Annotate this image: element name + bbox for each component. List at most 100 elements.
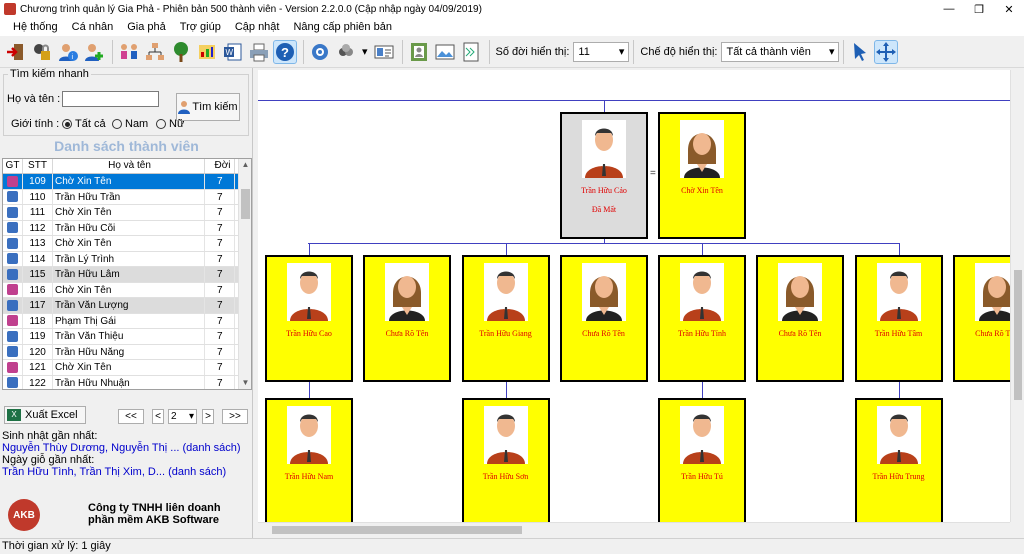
generation-cell: 7 bbox=[205, 360, 235, 375]
exit-icon[interactable] bbox=[4, 40, 28, 64]
add-user-icon[interactable] bbox=[82, 40, 106, 64]
grandchild-member-card[interactable]: Trần Hữu Nam bbox=[265, 398, 353, 522]
tree-diagram-icon[interactable] bbox=[143, 40, 167, 64]
minimize-button[interactable]: — bbox=[934, 0, 964, 18]
scroll-thumb[interactable] bbox=[241, 189, 250, 219]
table-row[interactable]: 118 Phạm Thị Gái 7 bbox=[3, 313, 251, 329]
header-generation[interactable]: Đời bbox=[205, 159, 235, 173]
radio-dot bbox=[62, 119, 72, 129]
display-icon[interactable] bbox=[334, 40, 358, 64]
page-select[interactable]: 2 ▾ bbox=[168, 409, 197, 424]
table-vertical-scrollbar[interactable]: ▲ ▼ bbox=[238, 159, 251, 389]
table-row[interactable]: 109 Chờ Xin Tên 7 bbox=[3, 174, 251, 190]
chart-hscroll-thumb[interactable] bbox=[272, 526, 522, 534]
pointer-cursor-icon[interactable] bbox=[848, 40, 872, 64]
name-cell: Trần Hữu Lâm bbox=[53, 267, 205, 282]
connector-line bbox=[258, 100, 1010, 101]
child-spouse-card[interactable]: Chưa Rõ Tên bbox=[756, 255, 844, 382]
header-name[interactable]: Họ và tên bbox=[53, 159, 205, 173]
help-icon[interactable]: ? bbox=[273, 39, 297, 64]
search-button[interactable]: Tìm kiếm bbox=[176, 93, 240, 121]
menu-tro-giup[interactable]: Trợ giúp bbox=[173, 21, 228, 33]
menu-cap-nhat[interactable]: Cập nhật bbox=[228, 21, 287, 33]
male-avatar bbox=[287, 406, 331, 464]
family-icon[interactable] bbox=[117, 40, 141, 64]
child-member-card[interactable]: Trần Hữu Giang bbox=[461, 255, 550, 382]
table-row[interactable]: 111 Chờ Xin Tên 7 bbox=[3, 205, 251, 221]
maximize-button[interactable]: ❐ bbox=[964, 0, 994, 18]
header-stt[interactable]: STT bbox=[23, 159, 53, 173]
table-row[interactable]: 112 Trần Hữu Cõi 7 bbox=[3, 220, 251, 236]
generation-cell: 7 bbox=[205, 329, 235, 344]
table-row[interactable]: 114 Trần Lý Trình 7 bbox=[3, 251, 251, 267]
grandchild-member-card[interactable]: Trần Hữu Tú bbox=[658, 398, 746, 522]
chart-icon[interactable] bbox=[195, 40, 219, 64]
table-row[interactable]: 121 Chờ Xin Tên 7 bbox=[3, 360, 251, 376]
next-page-button[interactable]: > bbox=[202, 409, 214, 424]
prev-page-button[interactable]: < bbox=[152, 409, 164, 424]
table-row[interactable]: 120 Trần Hữu Năng 7 bbox=[3, 344, 251, 360]
gender-radio-all[interactable]: Tất cả bbox=[62, 118, 106, 130]
root-member-card[interactable]: Trần Hữu Cảo Đã Mất bbox=[560, 112, 648, 239]
chart-vscroll-thumb[interactable] bbox=[1014, 270, 1022, 400]
table-row[interactable]: 116 Chờ Xin Tên 7 bbox=[3, 282, 251, 298]
lock-icon[interactable] bbox=[30, 40, 54, 64]
menu-he-thong[interactable]: Hệ thống bbox=[6, 21, 65, 33]
chart-horizontal-scrollbar[interactable] bbox=[258, 522, 1010, 536]
id-card-icon[interactable] bbox=[372, 40, 396, 64]
stt-cell: 118 bbox=[23, 313, 53, 328]
name-cell: Chờ Xin Tên bbox=[53, 205, 205, 220]
header-gender[interactable]: GT bbox=[3, 159, 23, 173]
chart-vertical-scrollbar[interactable] bbox=[1010, 70, 1024, 522]
print-icon[interactable] bbox=[247, 40, 271, 64]
menu-ca-nhan[interactable]: Cá nhân bbox=[65, 21, 121, 33]
child-spouse-card[interactable]: Chưa Rõ Tên bbox=[559, 255, 648, 382]
word-icon[interactable]: W bbox=[221, 40, 245, 64]
table-row[interactable]: 113 Chờ Xin Tên 7 bbox=[3, 236, 251, 252]
display-mode-select[interactable]: Tất cả thành viên ▾ bbox=[721, 41, 840, 62]
child-spouse-card[interactable]: Chưa Rõ Tên bbox=[952, 255, 1010, 382]
last-page-button[interactable]: >> bbox=[222, 409, 248, 424]
table-row[interactable]: 117 Trần Văn Lượng 7 bbox=[3, 298, 251, 314]
family-tree-canvas[interactable]: Trần Hữu Cảo Đã Mất = Chờ Xin Tên Trần H… bbox=[258, 70, 1010, 522]
quick-search-title: Tìm kiếm nhanh bbox=[8, 68, 91, 80]
scroll-down-icon[interactable]: ▼ bbox=[239, 377, 251, 389]
child-member-card[interactable]: Trần Hữu Cao bbox=[265, 255, 353, 382]
close-button[interactable]: ✕ bbox=[994, 0, 1024, 18]
user-info-icon[interactable]: i bbox=[56, 40, 80, 64]
table-row[interactable]: 122 Trần Hữu Nhuận 7 bbox=[3, 375, 251, 389]
user-icon bbox=[178, 101, 191, 114]
menu-gia-pha[interactable]: Gia phả bbox=[120, 21, 173, 33]
stt-cell: 119 bbox=[23, 329, 53, 344]
photo-frame-icon[interactable] bbox=[407, 40, 431, 64]
toolbar-separator bbox=[843, 39, 845, 64]
birthday-link[interactable]: Nguyễn Thùy Dương, Nguyễn Thị ... (danh … bbox=[2, 442, 241, 454]
gender-radio-female[interactable]: Nữ bbox=[156, 118, 184, 130]
document-icon[interactable] bbox=[459, 40, 483, 64]
child-member-card[interactable]: Trần Hữu Tâm bbox=[854, 255, 943, 382]
scroll-up-icon[interactable]: ▲ bbox=[239, 159, 251, 171]
title-bar: Chương trình quản lý Gia Phả - Phiên bản… bbox=[0, 0, 1024, 18]
table-row[interactable]: 110 Trần Hữu Trần 7 bbox=[3, 189, 251, 205]
menu-nang-cap[interactable]: Nâng cấp phiên bản bbox=[286, 21, 398, 33]
child-spouse-card[interactable]: Chưa Rõ Tên bbox=[363, 255, 451, 382]
move-pan-icon[interactable] bbox=[874, 39, 899, 64]
root-spouse-name: Chờ Xin Tên bbox=[681, 186, 723, 195]
image-icon[interactable] bbox=[433, 40, 457, 64]
table-row[interactable]: 119 Trần Văn Thiệu 7 bbox=[3, 329, 251, 345]
anniversary-link[interactable]: Trần Hữu Tình, Trần Thị Xim, D... (danh … bbox=[2, 466, 226, 478]
male-avatar bbox=[483, 406, 528, 464]
export-excel-button[interactable]: X Xuất Excel bbox=[4, 406, 86, 424]
generations-select[interactable]: 11 ▾ bbox=[573, 41, 630, 62]
settings-gear-icon[interactable] bbox=[308, 40, 332, 64]
grandchild-member-card[interactable]: Trần Hữu Trung bbox=[854, 398, 943, 522]
grandchild-member-card[interactable]: Trần Hữu Sơn bbox=[461, 398, 550, 522]
gender-radio-male[interactable]: Nam bbox=[112, 118, 148, 130]
first-page-button[interactable]: << bbox=[118, 409, 144, 424]
tree-icon[interactable] bbox=[169, 40, 193, 64]
table-row[interactable]: 115 Trần Hữu Lâm 7 bbox=[3, 267, 251, 283]
dropdown-arrow-icon[interactable]: ▾ bbox=[362, 45, 368, 58]
name-search-input[interactable] bbox=[62, 91, 159, 107]
child-member-card[interactable]: Trần Hữu Tỉnh bbox=[658, 255, 746, 382]
root-spouse-card[interactable]: Chờ Xin Tên bbox=[658, 112, 746, 239]
